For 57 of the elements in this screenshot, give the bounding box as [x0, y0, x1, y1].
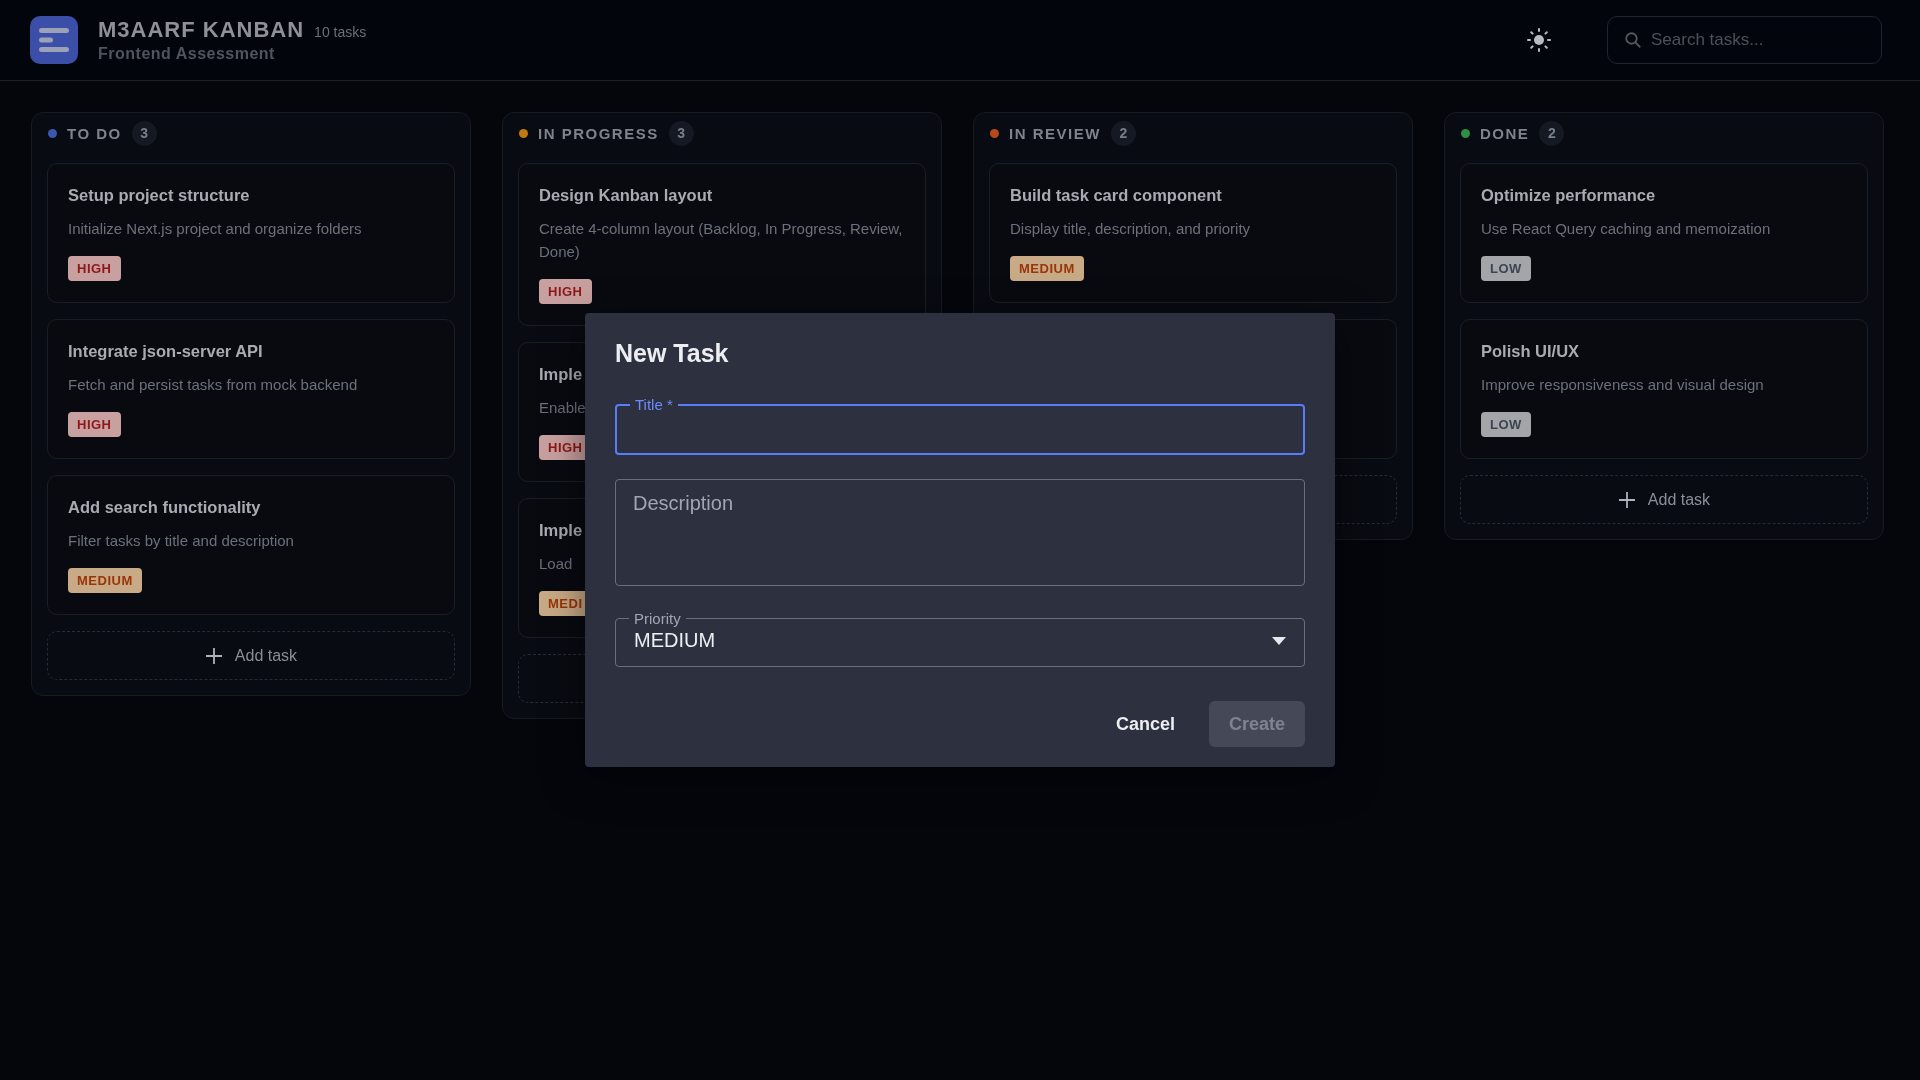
priority-badge: HIGH	[68, 256, 121, 281]
sun-icon	[1527, 28, 1551, 52]
column-title: IN REVIEW	[1009, 124, 1101, 142]
column-title: DONE	[1480, 124, 1530, 142]
task-title: Imple	[539, 521, 583, 540]
search-icon	[1624, 31, 1642, 49]
logo-icon	[30, 16, 78, 64]
app-subtitle: Frontend Assessment	[98, 45, 276, 63]
task-title: Add search functionality	[68, 498, 261, 517]
task-title: Polish UI/UX	[1481, 342, 1580, 361]
title-field[interactable]: Title *	[615, 396, 1305, 455]
task-description: Display title, description, and priority	[1010, 219, 1251, 239]
column-count: 3	[131, 120, 157, 146]
cancel-button[interactable]: Cancel	[1095, 701, 1195, 747]
task-description: Load	[539, 554, 573, 574]
task-card[interactable]: Optimize performance Use React Query caching and memoization LOW	[1460, 163, 1868, 303]
column-count: 3	[668, 120, 694, 146]
dialog-title: New Task	[615, 339, 730, 368]
task-card[interactable]: Integrate json-server API Fetch and persist tasks from mock backend HIGH	[47, 319, 455, 459]
task-description: Filter tasks by title and description	[68, 531, 294, 551]
task-description: Fetch and persist tasks from mock backend	[68, 375, 358, 395]
task-description: Initialize Next.js project and organize folders	[68, 219, 362, 239]
column-count: 2	[1539, 120, 1565, 146]
column-title: IN PROGRESS	[538, 124, 659, 142]
task-description: Enable	[539, 398, 586, 418]
task-count: 10 tasks	[314, 24, 367, 40]
task-title: Design Kanban layout	[539, 186, 713, 205]
description-field[interactable]: Description	[615, 479, 1305, 586]
task-card[interactable]: Add search functionality Filter tasks by title and description MEDIUM	[47, 475, 455, 615]
plus-icon	[204, 646, 223, 665]
task-title: Imple	[539, 365, 583, 384]
column-count: 2	[1110, 120, 1136, 146]
task-title: Optimize performance	[1481, 186, 1656, 205]
add-task-button[interactable]: Add task	[47, 631, 455, 680]
app-title: M3AARF KANBAN	[98, 17, 305, 43]
add-task-button[interactable]: Add task	[1460, 475, 1868, 524]
task-card[interactable]: Build task card component Display title, description, and priority MEDIUM	[989, 163, 1397, 303]
priority-badge: LOW	[1481, 256, 1531, 281]
search-field[interactable]: Search tasks...	[1607, 16, 1882, 64]
task-card[interactable]: Polish UI/UX Improve responsiveness and visual design LOW	[1460, 319, 1868, 459]
task-description: Use React Query caching and memoization	[1481, 219, 1771, 239]
column-title: TO DO	[67, 124, 122, 142]
task-title: Integrate json-server API	[68, 342, 263, 361]
task-description: Create 4-column layout (Backlog, In Progress, Review, Done)	[539, 219, 904, 262]
caret-icon	[1272, 636, 1286, 645]
priority-badge: HIGH	[539, 279, 592, 304]
priority-badge: HIGH	[68, 412, 121, 437]
task-card[interactable]: Design Kanban layout Create 4-column layout (Backlog, In Progress, Review, Done) HIGH	[518, 163, 926, 326]
task-card[interactable]: Setup project structure Initialize Next.js project and organize folders HIGH	[47, 163, 455, 303]
priority-select[interactable]: Priority MEDIUM	[615, 610, 1305, 667]
task-title: Setup project structure	[68, 186, 250, 205]
plus-icon	[1617, 490, 1636, 509]
priority-badge: MEDIUM	[1010, 256, 1084, 281]
priority-badge: LOW	[1481, 412, 1531, 437]
task-title: Build task card component	[1010, 186, 1222, 205]
task-description: Improve responsiveness and visual design	[1481, 375, 1764, 395]
priority-badge: MEDIUM	[68, 568, 142, 593]
